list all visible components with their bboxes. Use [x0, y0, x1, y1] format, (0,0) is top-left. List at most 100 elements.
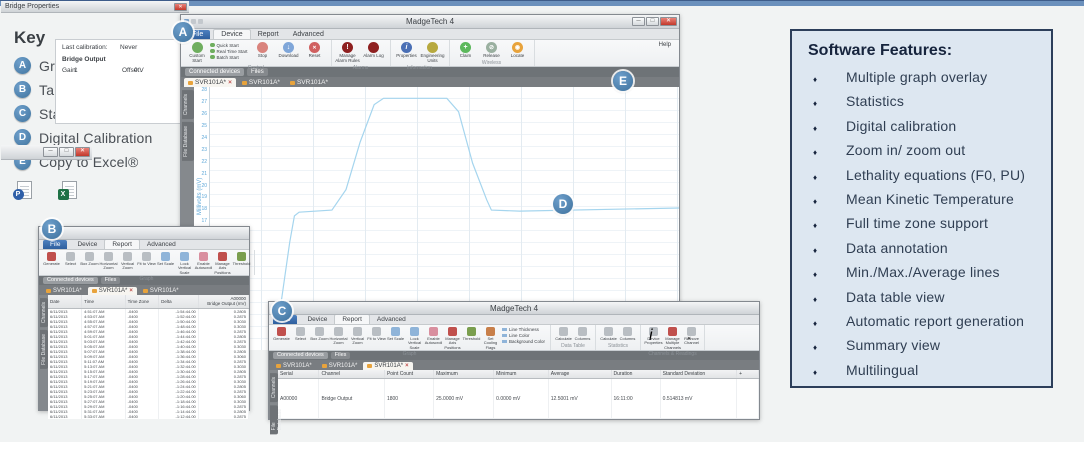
stats-row[interactable]: A00000 Bridge Output 1800 25.0000 mV 0.0…	[278, 379, 759, 419]
custom-start-button[interactable]: Custom Start	[184, 41, 210, 64]
col-date[interactable]: Date	[48, 295, 82, 308]
tab-device[interactable]: Device	[300, 315, 334, 324]
col-average[interactable]: Average	[548, 370, 611, 379]
file-database-side-tab[interactable]: File Database	[182, 122, 194, 161]
gain-value[interactable]: 1	[74, 67, 122, 74]
ribbon-button[interactable]: Select	[61, 251, 80, 275]
doc-tab-active[interactable]: SVR101A*×	[184, 78, 236, 87]
ribbon-button[interactable]: Manage Axis Positions	[443, 326, 462, 350]
doc-tab[interactable]: SVR101A*	[286, 78, 332, 87]
channels-side-tab[interactable]: Channels	[270, 373, 278, 402]
ribbon-button[interactable]: Threshold	[462, 326, 481, 350]
generate-button[interactable]: Generate	[272, 326, 291, 341]
ribbon-button[interactable]: Enable Autoscroll	[424, 326, 443, 350]
tab-device[interactable]: Device	[70, 240, 104, 249]
minimize-button[interactable]: ─	[43, 147, 58, 157]
col-channel[interactable]: A00000 Bridge Output (mV)	[198, 295, 248, 308]
ribbon-button[interactable]: Box Zoom	[80, 251, 99, 275]
ribbon-button[interactable]: Calculate	[554, 326, 573, 341]
close-tab-icon[interactable]: ×	[228, 79, 232, 86]
ribbon-button[interactable]: Manage Multiple Channels	[663, 326, 682, 350]
ribbon-button[interactable]: Calculate	[599, 326, 618, 341]
ribbon-button[interactable]: Manage Axis Positions	[213, 251, 232, 275]
doc-tab-active[interactable]: SVR101A*×	[88, 287, 137, 295]
ribbon-button[interactable]: Fit to View	[367, 326, 386, 350]
doc-tab[interactable]: SVR101A*	[42, 287, 86, 295]
file-database-side-tab[interactable]: File Database	[40, 330, 48, 369]
col-point-count[interactable]: Point Count	[384, 370, 433, 379]
ribbon-button[interactable]: Device Properties	[644, 326, 663, 346]
ribbon-button[interactable]: Properties	[394, 41, 420, 59]
col-channel[interactable]: Channel	[319, 370, 385, 379]
ribbon-button[interactable]: Threshold	[232, 251, 251, 275]
channels-side-tab[interactable]: Channels	[40, 298, 48, 327]
ribbon-button[interactable]: Horizontal Zoom	[99, 251, 118, 275]
ribbon-button[interactable]: Horizontal Zoom	[329, 326, 348, 350]
table-row[interactable]: 6/11/2013 5:33:07 AM -0400 -1:12:44.00 0…	[48, 414, 249, 419]
doc-tab[interactable]: SVR101A*	[139, 287, 183, 295]
ribbon-button[interactable]: Lock Vertical Scale	[405, 326, 424, 350]
ribbon-button[interactable]: Columns	[618, 326, 637, 341]
col-stdev[interactable]: Standard Deviation	[660, 370, 736, 379]
tab-report[interactable]: Report	[104, 239, 140, 249]
col-duration[interactable]: Duration	[611, 370, 660, 379]
ribbon-button[interactable]: Download	[276, 41, 302, 59]
col-timezone[interactable]: Time Zone	[125, 295, 159, 308]
help-link[interactable]: Help	[659, 42, 671, 48]
ribbon-button[interactable]: Set Scale	[156, 251, 175, 275]
close-button[interactable]: ✕	[660, 17, 677, 26]
col-add[interactable]: +	[737, 370, 759, 379]
doc-tab[interactable]: SVR101A*	[272, 362, 316, 370]
doc-tab[interactable]: SVR101A*	[318, 362, 362, 370]
tab-advanced[interactable]: Advanced	[286, 30, 331, 39]
tab-device[interactable]: Device	[213, 29, 250, 39]
close-button[interactable]: ✕	[75, 147, 90, 157]
close-tab-icon[interactable]: ×	[129, 288, 133, 294]
tab-report[interactable]: Report	[334, 314, 370, 324]
tab-report[interactable]: Report	[251, 30, 286, 39]
ribbon-button[interactable]: Release	[479, 41, 505, 59]
file-database-side-tab[interactable]: File Database	[270, 405, 278, 434]
col-maximum[interactable]: Maximum	[434, 370, 494, 379]
ribbon-button[interactable]: Columns	[573, 326, 592, 341]
ribbon-button[interactable]: Enable Autoscroll	[194, 251, 213, 275]
title-bar[interactable]: MadgeTech 4 ─ □ ✕	[181, 15, 679, 29]
col-time[interactable]: Time	[82, 295, 126, 308]
close-button[interactable]: ✕	[174, 3, 187, 11]
doc-tab[interactable]: SVR101A*	[238, 78, 284, 87]
maximize-button[interactable]: □	[59, 147, 74, 157]
ribbon-button[interactable]: Remove Channel	[682, 326, 701, 346]
tab-advanced[interactable]: Advanced	[370, 315, 413, 324]
minimize-button[interactable]: ─	[632, 17, 645, 26]
channels-side-tab[interactable]: Channels	[182, 90, 194, 119]
offset-value[interactable]: 0 V	[134, 67, 158, 74]
ribbon-button[interactable]: Locate	[505, 41, 531, 59]
ribbon-button[interactable]: Fit to View	[137, 251, 156, 275]
col-minimum[interactable]: Minimum	[494, 370, 549, 379]
doc-tab-active[interactable]: SVR101A*×	[363, 362, 412, 370]
ribbon-button[interactable]: Select	[291, 326, 310, 350]
ribbon-button[interactable]: Engineering Units	[420, 41, 446, 64]
ribbon-button[interactable]: Set Cooling Flags	[481, 326, 500, 350]
ribbon-button[interactable]: Alarm Log	[361, 41, 387, 59]
ribbon-button[interactable]: Vertical Zoom	[348, 326, 367, 350]
close-tab-icon[interactable]: ×	[405, 363, 409, 369]
ribbon-button[interactable]: Reset	[302, 41, 328, 59]
title-bar[interactable]	[39, 227, 249, 240]
start-option-button[interactable]: Batch Start	[210, 54, 248, 60]
ribbon-button[interactable]: Claim	[453, 41, 479, 59]
col-delta[interactable]: Delta	[159, 295, 199, 308]
ribbon-button[interactable]: Vertical Zoom	[118, 251, 137, 275]
maximize-button[interactable]: □	[646, 17, 659, 26]
ribbon-button[interactable]: Set Scale	[386, 326, 405, 350]
ribbon-button[interactable]: Stop	[250, 41, 276, 59]
ribbon-button[interactable]: Box Zoom	[310, 326, 329, 350]
title-bar[interactable]: Bridge Properties ✕	[1, 1, 189, 13]
ribbon-button[interactable]: Manage Alarm Rules	[335, 41, 361, 64]
generate-button[interactable]: Generate	[42, 251, 61, 266]
tab-file[interactable]: File	[43, 240, 67, 249]
title-bar[interactable]: ─ □ ✕	[1, 145, 92, 160]
title-bar[interactable]: MadgeTech 4	[269, 302, 759, 315]
col-serial[interactable]: Serial	[278, 370, 319, 379]
line-style-button[interactable]: Background Color	[502, 338, 545, 344]
